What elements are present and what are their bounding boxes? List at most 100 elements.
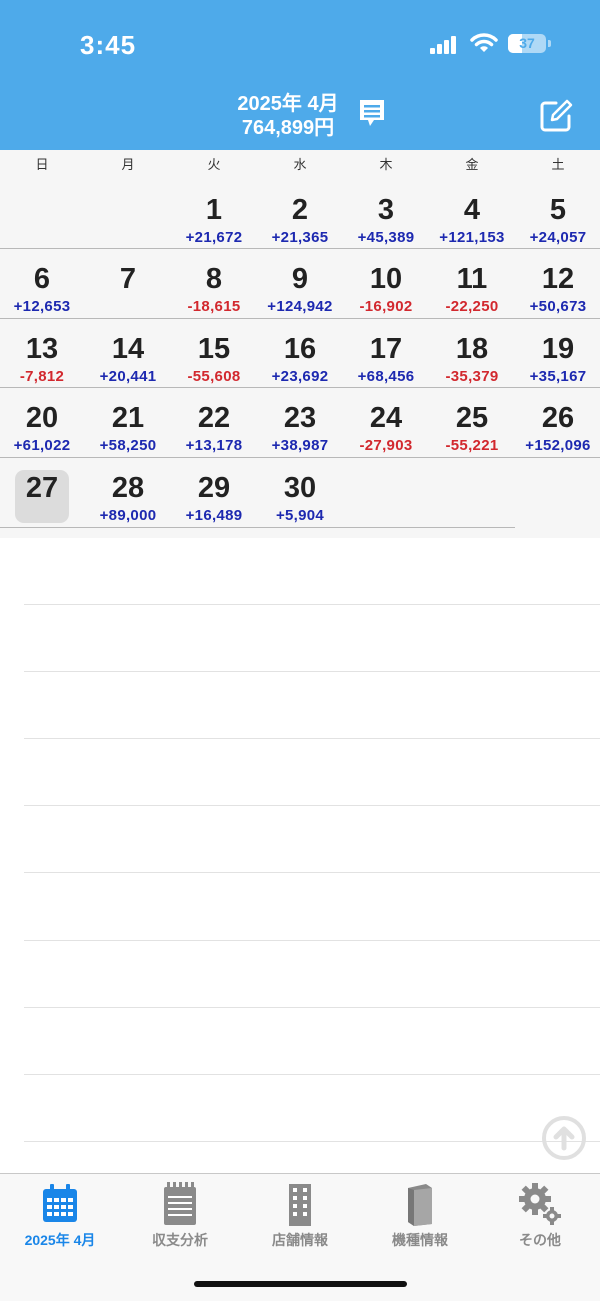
day-amount: +12,653	[13, 298, 71, 315]
calendar-day[interactable]: 26 +152,096	[515, 388, 600, 457]
calendar-day[interactable]: 27	[0, 458, 85, 527]
list-row-divider	[24, 1141, 600, 1142]
calendar-day[interactable]: 19 +35,167	[515, 319, 600, 388]
day-number: 29	[197, 472, 231, 504]
week-divider	[0, 457, 600, 458]
list-row-divider	[24, 940, 600, 941]
weekday-label: 月	[121, 157, 135, 172]
calendar-day[interactable]: 16 +23,692	[257, 319, 343, 388]
day-number: 20	[25, 402, 59, 434]
day-number: 10	[369, 263, 403, 295]
day-amount: +152,096	[525, 437, 591, 454]
day-number: 9	[291, 263, 309, 295]
day-number: 11	[456, 263, 488, 295]
calendar-day[interactable]: 6 +12,653	[0, 249, 85, 318]
calendar-day[interactable]: 9 +124,942	[257, 249, 343, 318]
calendar-day[interactable]: 17 +68,456	[343, 319, 429, 388]
day-number: 14	[111, 333, 145, 365]
list-row-divider	[24, 805, 600, 806]
day-number: 22	[197, 402, 231, 434]
week-divider	[0, 387, 600, 388]
calendar-day[interactable]: 18 -35,379	[429, 319, 515, 388]
day-amount: +124,942	[267, 298, 333, 315]
calendar-day[interactable]: 28 +89,000	[85, 458, 171, 527]
day-amount: -55,221	[445, 437, 499, 454]
day-amount: +38,987	[271, 437, 329, 454]
calendar-day[interactable]: 22 +13,178	[171, 388, 257, 457]
calendar-day[interactable]: 29 +16,489	[171, 458, 257, 527]
day-amount: +89,000	[99, 507, 157, 524]
day-number: 21	[111, 402, 145, 434]
day-number: 30	[283, 472, 317, 504]
day-amount: +5,904	[275, 507, 325, 524]
tab-machines[interactable]: 機種情報	[360, 1182, 480, 1252]
calendar-day[interactable]: 13 -7,812	[0, 319, 85, 388]
tab-other[interactable]: その他	[480, 1182, 600, 1252]
calendar-day[interactable]: 8 -18,615	[171, 249, 257, 318]
building-icon	[289, 1184, 311, 1226]
weekday-label: 木	[379, 157, 393, 172]
tab-stores[interactable]: 店舗情報	[240, 1182, 360, 1252]
day-amount: -22,250	[445, 298, 499, 315]
tab-analysis[interactable]: 収支分析	[120, 1182, 240, 1252]
day-amount: +121,153	[439, 229, 505, 246]
calendar-day[interactable]: 1 +21,672	[171, 180, 257, 249]
edit-icon[interactable]	[538, 98, 574, 134]
calendar-day[interactable]: 3 +45,389	[343, 180, 429, 249]
calendar-day[interactable]: 15 -55,608	[171, 319, 257, 388]
day-amount: -35,379	[445, 368, 499, 385]
day-amount: +68,456	[357, 368, 415, 385]
scroll-to-top-icon[interactable]	[541, 1115, 587, 1161]
notepad-icon	[164, 1182, 196, 1225]
wifi-icon	[470, 33, 498, 52]
weekday-label: 日	[35, 157, 49, 172]
day-number: 16	[283, 333, 317, 365]
calendar-day[interactable]: 20 +61,022	[0, 388, 85, 457]
day-amount: +23,692	[271, 368, 329, 385]
tab-calendar[interactable]: 2025年 4月	[0, 1182, 120, 1252]
day-number: 2	[291, 194, 309, 226]
calendar-day[interactable]: 25 -55,221	[429, 388, 515, 457]
header-total: 764,899円	[241, 117, 335, 139]
calendar-day[interactable]: 14 +20,441	[85, 319, 171, 388]
calendar-day[interactable]: 24 -27,903	[343, 388, 429, 457]
day-amount: +21,672	[185, 229, 243, 246]
tab-label: 収支分析	[152, 1232, 208, 1248]
day-number: 6	[33, 263, 51, 295]
day-number: 7	[119, 263, 137, 295]
day-amount: +45,389	[357, 229, 415, 246]
calendar-icon	[43, 1184, 77, 1222]
day-number: 4	[463, 194, 481, 226]
week-divider	[0, 248, 600, 249]
day-amount: +35,167	[529, 368, 587, 385]
calendar-day[interactable]: 2 +21,365	[257, 180, 343, 249]
week-divider	[0, 318, 600, 319]
calendar-day[interactable]: 11 -22,250	[429, 249, 515, 318]
day-number: 15	[197, 333, 231, 365]
weekday-label: 金	[465, 157, 479, 172]
day-number: 19	[541, 333, 575, 365]
day-amount: +13,178	[185, 437, 243, 454]
calendar-day[interactable]: 30 +5,904	[257, 458, 343, 527]
weekday-label: 水	[293, 157, 307, 172]
day-number: 1	[205, 194, 223, 226]
calendar-day[interactable]: 5 +24,057	[515, 180, 600, 249]
calendar-day[interactable]: 21 +58,250	[85, 388, 171, 457]
list-row-divider	[24, 1007, 600, 1008]
day-number: 12	[541, 263, 575, 295]
calendar-day[interactable]: 23 +38,987	[257, 388, 343, 457]
battery-icon: 37	[508, 34, 546, 53]
day-amount: -18,615	[187, 298, 241, 315]
day-number: 26	[541, 402, 575, 434]
day-amount: +61,022	[13, 437, 71, 454]
tab-label: その他	[519, 1232, 561, 1248]
calendar-day[interactable]: 10 -16,902	[343, 249, 429, 318]
calendar-day[interactable]: 7	[85, 249, 171, 318]
calendar-day[interactable]: 4 +121,153	[429, 180, 515, 249]
list-row-divider	[24, 738, 600, 739]
weekday-label: 土	[551, 157, 565, 172]
memo-icon[interactable]	[358, 98, 386, 130]
calendar-day[interactable]: 12 +50,673	[515, 249, 600, 318]
weekday-header: 日月火水木金土	[0, 150, 600, 175]
day-amount: +16,489	[185, 507, 243, 524]
